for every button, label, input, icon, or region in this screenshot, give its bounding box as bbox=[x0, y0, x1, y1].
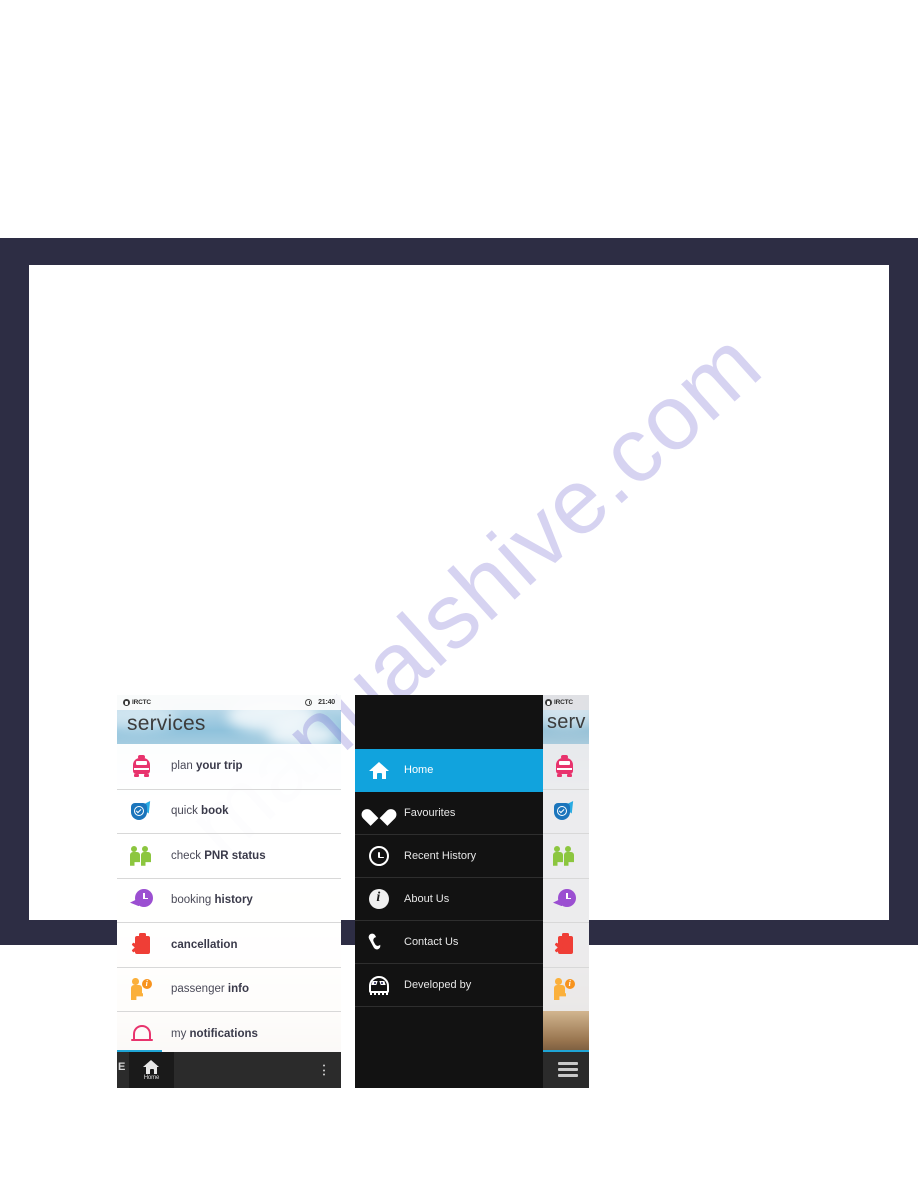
drawer-item-contact-us[interactable]: Contact Us bbox=[355, 921, 543, 964]
service-item-cancellation[interactable]: cancellation bbox=[117, 922, 341, 967]
phone-screenshot-services: IRCTC 21:40 services plan your trip quic… bbox=[117, 695, 341, 1088]
status-bar: IRCTC 21:40 bbox=[117, 695, 341, 710]
services-list: plan your trip quick book check PNR stat… bbox=[117, 744, 341, 1056]
status-bar: IRCTC bbox=[541, 695, 589, 710]
history-clock-icon bbox=[550, 885, 580, 915]
info-icon bbox=[368, 888, 390, 910]
hamburger-icon[interactable] bbox=[558, 1062, 578, 1077]
drawer-item-label: Home bbox=[404, 764, 434, 776]
home-tab-button[interactable]: Home bbox=[129, 1052, 174, 1088]
clock-icon bbox=[368, 845, 390, 867]
service-item[interactable] bbox=[541, 744, 589, 789]
heart-icon bbox=[359, 802, 399, 826]
train-icon bbox=[127, 751, 157, 781]
home-icon bbox=[143, 1059, 160, 1074]
passenger-info-icon bbox=[127, 974, 157, 1004]
cancellation-icon bbox=[550, 930, 580, 960]
drawer-item-label: Favourites bbox=[404, 807, 456, 819]
passenger-info-icon bbox=[550, 974, 580, 1004]
overflow-dots-icon[interactable] bbox=[323, 1064, 325, 1076]
service-label: check PNR status bbox=[171, 849, 266, 862]
irctc-logo-text: IRCTC bbox=[554, 699, 573, 706]
drawer-item-label: Recent History bbox=[404, 850, 477, 862]
passengers-icon bbox=[550, 841, 580, 871]
service-label: plan your trip bbox=[171, 760, 243, 773]
status-time: 21:40 bbox=[318, 699, 335, 706]
service-item-passenger-info[interactable]: passenger info bbox=[117, 966, 341, 1011]
clock-icon bbox=[305, 699, 313, 706]
document-page: IRCTC 21:40 services plan your trip quic… bbox=[29, 265, 889, 1088]
service-label: passenger info bbox=[171, 983, 249, 996]
drawer-header-spacer bbox=[355, 695, 543, 749]
page-title: services bbox=[127, 712, 206, 735]
page-root: IRCTC 21:40 services plan your trip quic… bbox=[0, 0, 918, 1188]
irctc-logo-mark bbox=[123, 699, 130, 706]
edge-letter: E bbox=[118, 1061, 126, 1073]
service-item-plan-your-trip[interactable]: plan your trip bbox=[117, 744, 341, 789]
service-item[interactable] bbox=[541, 877, 589, 922]
drawer-item-recent-history[interactable]: Recent History bbox=[355, 835, 543, 878]
service-item-my-notifications[interactable]: my notifications bbox=[117, 1011, 341, 1056]
service-label: booking history bbox=[171, 894, 253, 907]
irctc-logo: IRCTC bbox=[123, 699, 151, 706]
drawer-item-label: About Us bbox=[404, 893, 450, 905]
services-list bbox=[541, 744, 589, 1011]
service-label: quick book bbox=[171, 805, 229, 818]
drawer-item-label: Contact Us bbox=[404, 936, 459, 948]
train-icon bbox=[550, 751, 580, 781]
passengers-icon bbox=[127, 841, 157, 871]
irctc-logo: IRCTC bbox=[545, 699, 573, 706]
service-label: cancellation bbox=[171, 938, 238, 951]
phone-icon bbox=[367, 931, 390, 953]
service-item[interactable] bbox=[541, 833, 589, 878]
phone-screenshot-navigation-drawer: IRCTC serv i Home Favourites Recent Hist… bbox=[355, 695, 589, 1088]
accent-strip bbox=[541, 1050, 589, 1052]
service-item-quick-book[interactable]: quick book bbox=[117, 788, 341, 833]
service-item-booking-history[interactable]: booking history bbox=[117, 877, 341, 922]
home-icon bbox=[368, 759, 390, 781]
drawer-item-favourites[interactable]: Favourites bbox=[355, 792, 543, 835]
quick-book-icon bbox=[127, 796, 157, 826]
irctc-logo-text: IRCTC bbox=[132, 699, 151, 706]
quick-book-icon bbox=[550, 796, 580, 826]
bell-icon bbox=[127, 1019, 157, 1049]
navigation-drawer: Home Favourites Recent History i About U… bbox=[355, 695, 543, 1088]
service-item[interactable] bbox=[541, 966, 589, 1011]
service-item[interactable] bbox=[541, 922, 589, 967]
ghost-icon bbox=[368, 974, 390, 996]
cancellation-icon bbox=[127, 930, 157, 960]
drawer-item-developed-by[interactable]: Developed by bbox=[355, 964, 543, 1007]
irctc-logo-mark bbox=[545, 699, 552, 706]
service-item[interactable] bbox=[541, 788, 589, 833]
peeking-services-panel[interactable]: IRCTC serv bbox=[541, 695, 589, 1088]
bottom-app-bar: E Home bbox=[117, 1050, 341, 1088]
service-item-check-pnr-status[interactable]: check PNR status bbox=[117, 833, 341, 878]
drawer-item-label: Developed by bbox=[404, 979, 472, 991]
drawer-item-home[interactable]: Home bbox=[355, 749, 543, 792]
drawer-item-about-us[interactable]: About Us bbox=[355, 878, 543, 921]
home-tab-label: Home bbox=[143, 1074, 160, 1081]
history-clock-icon bbox=[127, 885, 157, 915]
service-label: my notifications bbox=[171, 1027, 258, 1040]
page-title: serv bbox=[547, 711, 586, 733]
